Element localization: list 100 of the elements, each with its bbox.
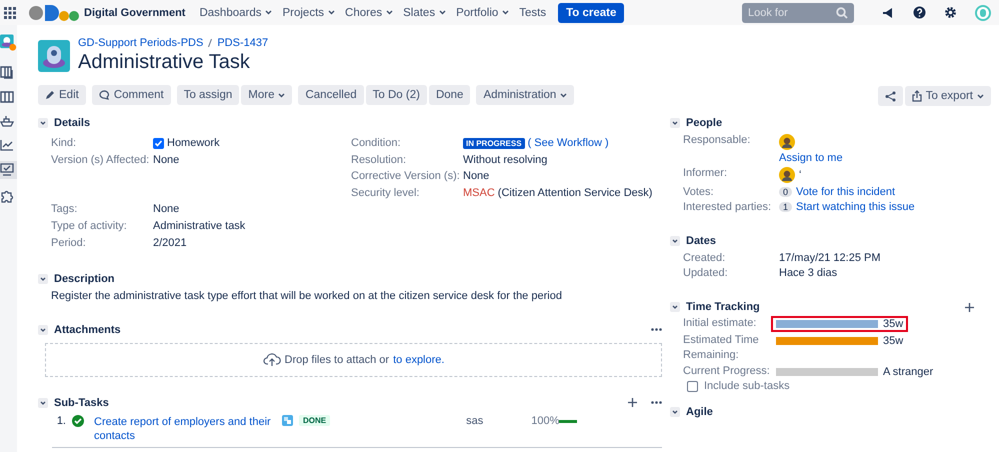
sidebar-item[interactable] [0, 161, 17, 179]
collapse-icon[interactable] [670, 236, 680, 246]
browse-link[interactable]: to explore. [393, 354, 444, 366]
toolbar-button[interactable]: Done [428, 85, 470, 105]
checkbox[interactable] [687, 380, 698, 392]
caret-icon [439, 10, 446, 15]
caret-icon [386, 10, 394, 15]
field-value: Without resolving [463, 154, 548, 166]
section-title: Attachments [54, 324, 121, 336]
export-button[interactable]: To export [904, 86, 991, 106]
sidebar-item[interactable] [0, 113, 17, 129]
app-grid-icon[interactable] [4, 6, 16, 18]
field-label: Corrective Version (s): [351, 170, 461, 182]
field-label: Kind: [51, 137, 78, 150]
caret-icon [502, 10, 510, 15]
line-chart-icon [0, 139, 14, 151]
collapse-icon[interactable] [38, 274, 48, 284]
comment-icon [98, 90, 110, 100]
section-title: Sub-Tasks [54, 396, 109, 409]
add-icon[interactable] [965, 302, 974, 312]
brand-name[interactable]: Digital Government [84, 6, 186, 18]
collapse-icon[interactable] [670, 118, 680, 128]
nav-menu-item[interactable]: Projects [282, 6, 336, 18]
vote-link[interactable]: Vote for this incident [796, 186, 896, 198]
cloud-upload-icon [262, 352, 281, 367]
vote-count: 0 [779, 187, 792, 197]
field-label: Created: [683, 252, 726, 264]
separator-icon [208, 39, 212, 47]
field-label: Responsable: [683, 134, 752, 148]
toolbar-button[interactable]: Administration [476, 85, 574, 105]
field-label: Resolution: [351, 154, 408, 166]
issue-title: Administrative Task [78, 51, 251, 74]
field-label: Current Progress: [683, 364, 771, 379]
collapse-icon[interactable] [38, 398, 48, 408]
watcher-count: 1 [779, 202, 792, 212]
board-icon [0, 65, 14, 79]
file-drop-zone[interactable]: Drop files to attach or to explore. [45, 342, 662, 377]
toolbar-button[interactable]: To assign [176, 85, 240, 105]
checkbox-label: Include sub-tasks [704, 380, 790, 392]
section-title: Description [54, 272, 115, 285]
share-button[interactable] [878, 86, 903, 106]
more-options-icon[interactable] [651, 401, 662, 404]
time-value: 35w [883, 335, 904, 347]
columns-icon [0, 91, 14, 103]
field-label: Condition: [351, 137, 402, 150]
collapse-icon[interactable] [38, 324, 48, 335]
breadcrumb-link[interactable]: PDS-1437 [217, 37, 268, 49]
section-title: Agile [686, 406, 713, 418]
assign-to-me-link[interactable]: Assign to me [779, 152, 843, 164]
field-label: Interested parties: [683, 201, 772, 213]
nav-menu-item[interactable]: Dashboards [199, 6, 272, 18]
assignee-name: sas [466, 414, 484, 427]
subtask-link[interactable]: Create report of employers and their contacts [94, 414, 274, 443]
more-options-icon[interactable] [651, 328, 662, 332]
section-title: Dates [686, 235, 716, 247]
field-label: Tags: [51, 203, 78, 216]
user-avatar-icon [779, 167, 795, 183]
field-label: Estimated Time Remaining: [683, 333, 760, 363]
caret-icon [265, 10, 272, 15]
workflow-link[interactable]: ( See Workflow ) [528, 137, 609, 150]
help-icon[interactable] [913, 6, 926, 19]
toolbar-button[interactable]: More [241, 85, 292, 105]
field-label: Updated: [683, 267, 729, 279]
create-button[interactable]: To create [558, 2, 624, 22]
nav-menu-item[interactable]: Portfolio [456, 6, 510, 18]
field-value: Administrative task [153, 220, 246, 232]
date-value: Hace 3 dias [779, 267, 838, 279]
toolbar-button[interactable]: Edit [38, 85, 86, 105]
user-name: ‘ [799, 169, 802, 181]
security-level-value: MSAC [463, 187, 495, 200]
section-title: Details [54, 117, 90, 129]
upload-icon [912, 90, 922, 102]
toolbar-button[interactable]: To Do (2) [366, 85, 427, 105]
nav-menu-item[interactable]: Chores [345, 6, 394, 18]
status-lozenge: IN PROGRESS [463, 138, 525, 149]
subtask-type-icon [282, 414, 293, 426]
settings-icon[interactable] [944, 6, 957, 19]
toolbar-button[interactable]: Comment [92, 85, 171, 105]
megaphone-icon[interactable] [882, 6, 895, 18]
nav-menu-item[interactable]: Slates [403, 6, 446, 18]
progress-bar [559, 420, 578, 423]
add-icon[interactable] [628, 398, 637, 408]
drop-hint: Drop files to attach or [284, 354, 390, 366]
nav-menu-item[interactable]: Tests [519, 6, 546, 18]
monitor-check-icon [0, 163, 14, 177]
field-value: Homework [167, 137, 220, 150]
field-value: None [463, 170, 490, 182]
collapse-icon[interactable] [38, 118, 48, 128]
watch-link[interactable]: Start watching this issue [796, 201, 915, 213]
toolbar-button[interactable]: Cancelled [298, 85, 364, 105]
field-value: 2/2021 [153, 236, 187, 249]
caret-icon [977, 94, 984, 98]
collapse-icon[interactable] [670, 407, 680, 417]
field-value: None [153, 154, 180, 166]
collapse-icon[interactable] [670, 302, 680, 312]
breadcrumb-link[interactable]: GD-Support Periods-PDS [78, 37, 204, 49]
description-text: Register the administrative task type effort that will be worked on at the citizen service desk for the period [51, 290, 563, 302]
search-field[interactable]: Look for [742, 2, 854, 22]
security-level-description: (Citizen Attention Service Desk) [498, 187, 652, 200]
done-check-icon [72, 414, 84, 427]
